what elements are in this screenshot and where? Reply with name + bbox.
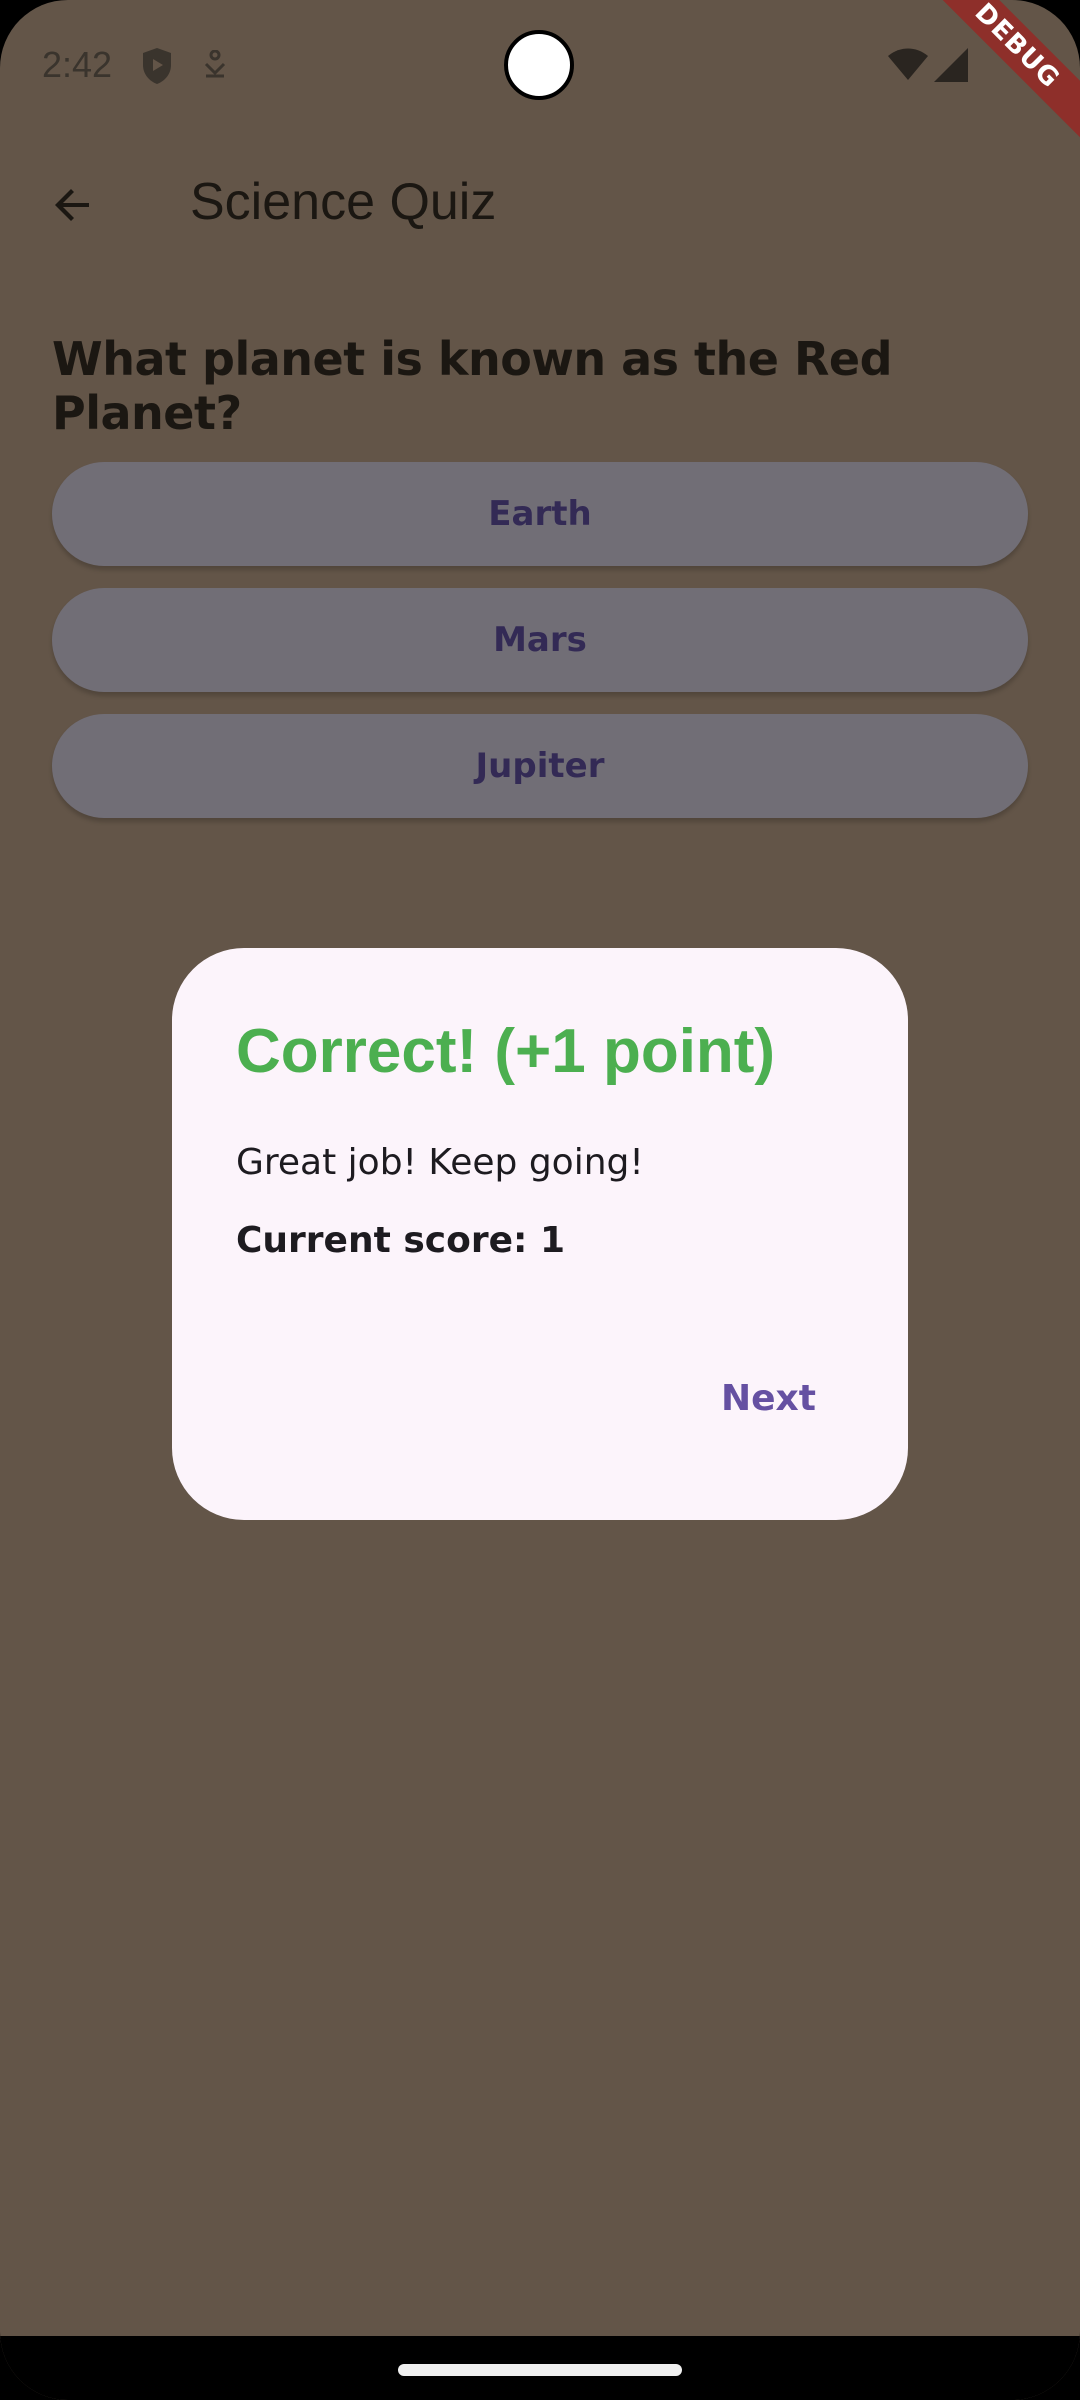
arrow-back-icon: [55, 189, 89, 221]
result-dialog: Correct! (+1 point) Great job! Keep goin…: [172, 948, 908, 1520]
answer-button-mars[interactable]: Mars: [52, 588, 1028, 692]
app-bar: Science Quiz: [0, 150, 1080, 260]
page-title: Science Quiz: [190, 173, 497, 231]
answer-list: Earth Mars Jupiter: [52, 462, 1028, 840]
screen: 2:42 DEBUG Science Quiz What planet is k…: [0, 0, 1080, 2400]
status-time: 2:42: [42, 44, 113, 85]
dialog-message: Great job! Keep going!: [236, 1142, 644, 1183]
current-score: Current score: 1: [236, 1220, 565, 1261]
question-text: What planet is known as the Red Planet?: [52, 332, 893, 440]
next-button[interactable]: Next: [709, 1370, 828, 1427]
answer-button-earth[interactable]: Earth: [52, 462, 1028, 566]
home-indicator[interactable]: [398, 2364, 682, 2376]
download-icon: [202, 49, 228, 87]
answer-button-jupiter[interactable]: Jupiter: [52, 714, 1028, 818]
status-bar: 2:42 DEBUG: [0, 0, 1080, 149]
camera-cutout: [504, 30, 574, 100]
navigation-bar: [0, 2336, 1080, 2400]
dialog-title: Correct! (+1 point): [236, 1017, 776, 1086]
back-button[interactable]: [40, 172, 106, 238]
shield-icon: [140, 46, 174, 91]
wifi-icon: [888, 48, 928, 85]
signal-icon: [934, 48, 968, 87]
